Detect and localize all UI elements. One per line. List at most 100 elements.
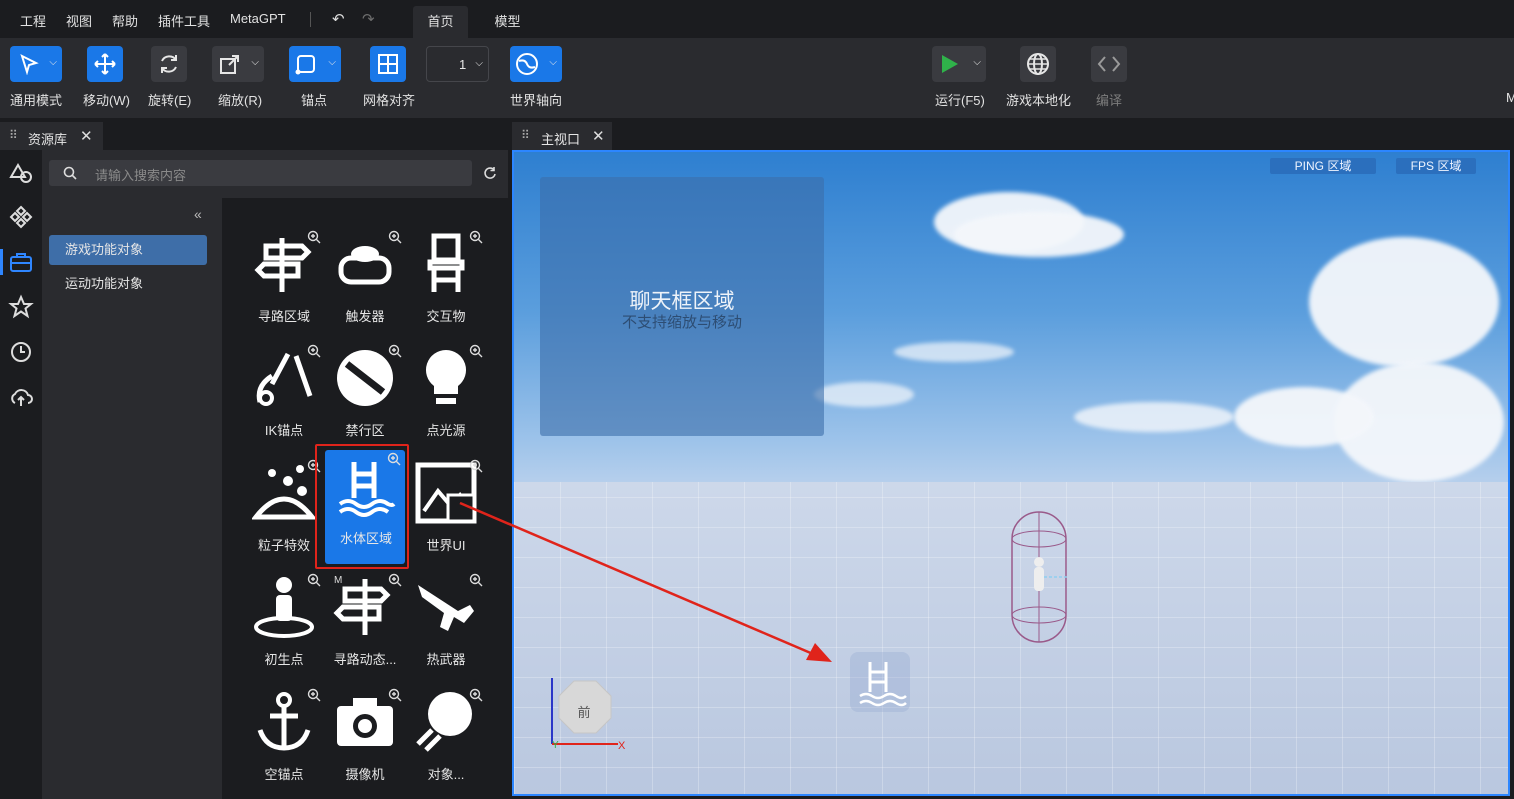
asset-empty-anchor[interactable]: 空锚点 (243, 686, 325, 794)
search-field[interactable]: 请输入搜索内容 (49, 160, 472, 186)
magnify-plus-icon[interactable] (469, 344, 483, 358)
scale-button[interactable]: ⌵ (212, 46, 264, 82)
asset-object[interactable]: 对象... (405, 686, 487, 794)
asset-library-tab[interactable]: ⠿ 资源库 ✕ (0, 122, 103, 150)
play-icon (942, 55, 958, 73)
chat-area[interactable]: 聊天框区域 不支持缩放与移动 (540, 177, 824, 436)
cloud-decoration (1234, 387, 1374, 447)
asset-label: 粒子特效 (257, 538, 310, 553)
magnify-plus-icon[interactable] (469, 230, 483, 244)
drag-handle-icon[interactable]: ⠿ (9, 128, 18, 142)
asset-label: 摄像机 (345, 767, 385, 782)
toolbar-overflow-text: M (1506, 90, 1514, 105)
world-axis-button[interactable]: ⌵ (510, 46, 562, 82)
ping-area[interactable]: PING 区域 (1270, 158, 1376, 174)
undo-icon[interactable]: ↶ (332, 10, 345, 28)
general-mode-label: 通用模式 (10, 93, 63, 108)
magnify-plus-icon[interactable] (469, 573, 483, 587)
rotate-button[interactable] (151, 46, 187, 82)
selection-highlight-box (315, 444, 409, 569)
rotate-icon (161, 55, 177, 73)
category-motion-objects[interactable]: 运动功能对象 (49, 269, 207, 299)
search-icon (63, 166, 77, 180)
asset-ik-anchor[interactable]: IK锚点 (243, 342, 325, 450)
select-mode-button[interactable]: ⌵ (10, 46, 62, 82)
menu-bar: 工程 视图 帮助 插件工具 MetaGPT ↶ ↷ 首页 模型 (0, 0, 1514, 38)
asset-label: 世界UI (426, 538, 466, 553)
localize-button[interactable] (1020, 46, 1056, 82)
run-button[interactable]: ⌵ (932, 46, 986, 82)
globe-icon (1027, 53, 1049, 75)
grid-size-dropdown[interactable]: 1 ⌵ (426, 46, 489, 82)
magnify-plus-icon[interactable] (307, 688, 321, 702)
search-input[interactable]: 请输入搜索内容 (95, 165, 186, 184)
magnify-plus-icon[interactable] (388, 573, 402, 587)
move-button[interactable] (87, 46, 123, 82)
compile-label: 编译 (1096, 93, 1123, 108)
clock-icon[interactable] (8, 339, 34, 365)
close-icon[interactable]: ✕ (80, 127, 93, 145)
water-area-object[interactable] (850, 652, 910, 712)
menu-view[interactable]: 视图 (66, 11, 92, 30)
toolbox-icon[interactable] (8, 249, 34, 275)
category-panel: « 游戏功能对象 运动功能对象 (42, 198, 218, 799)
magnify-plus-icon[interactable] (307, 344, 321, 358)
grid-icon (378, 54, 398, 74)
chevron-down-icon: ⌵ (549, 57, 557, 68)
tab-home[interactable]: 首页 (413, 6, 468, 38)
chevron-down-icon: ⌵ (475, 58, 483, 69)
fps-area[interactable]: FPS 区域 (1396, 158, 1476, 174)
redo-icon[interactable]: ↷ (362, 10, 375, 28)
asset-label: 禁行区 (345, 423, 385, 438)
magnify-plus-icon[interactable] (388, 230, 402, 244)
chat-area-subtitle: 不支持缩放与移动 (621, 314, 742, 331)
magnify-plus-icon[interactable] (469, 459, 483, 473)
close-icon[interactable]: ✕ (592, 127, 605, 145)
grid-align-label: 网格对齐 (363, 93, 416, 108)
asset-pathfinding-dynamic[interactable]: 寻路动态... (324, 571, 406, 679)
refresh-icon[interactable] (483, 166, 497, 180)
asset-trigger[interactable]: 触发器 (324, 228, 406, 336)
magnify-plus-icon[interactable] (307, 230, 321, 244)
menu-metagpt[interactable]: MetaGPT (230, 11, 286, 26)
grid-size-value: 1 (459, 57, 467, 72)
components-icon[interactable] (8, 204, 34, 230)
code-brackets-icon (1097, 56, 1121, 72)
world-axis-label: 世界轴向 (510, 93, 563, 108)
category-game-objects[interactable]: 游戏功能对象 (49, 235, 207, 265)
drag-handle-icon[interactable]: ⠿ (521, 128, 530, 142)
asset-particle-effect[interactable]: 粒子特效 (243, 457, 325, 565)
scale-label: 缩放(R) (218, 93, 263, 108)
asset-spawn-point[interactable]: 初生点 (243, 571, 325, 679)
menu-help[interactable]: 帮助 (112, 11, 138, 30)
compile-button[interactable] (1091, 46, 1127, 82)
asset-interactable[interactable]: 交互物 (405, 228, 487, 336)
asset-firearm[interactable]: 热武器 (405, 571, 487, 679)
star-icon[interactable] (8, 294, 34, 320)
anchor-button[interactable]: ⌵ (289, 46, 341, 82)
main-viewport[interactable]: PING 区域 FPS 区域 聊天框区域 不支持缩放与移动 前 Y X (512, 150, 1510, 796)
cloud-upload-icon[interactable] (8, 384, 34, 410)
menu-plugin-tools[interactable]: 插件工具 (158, 11, 210, 30)
asset-no-go-zone[interactable]: 禁行区 (324, 342, 406, 450)
magnify-plus-icon[interactable] (307, 573, 321, 587)
collapse-icon[interactable]: « (194, 206, 202, 222)
asset-world-ui[interactable]: 世界UI (405, 457, 487, 565)
asset-camera[interactable]: 摄像机 (324, 686, 406, 794)
chevron-down-icon: ⌵ (251, 57, 259, 68)
asset-label: 热武器 (426, 652, 466, 667)
localize-label: 游戏本地化 (1006, 93, 1072, 108)
shapes-icon[interactable] (8, 159, 34, 185)
magnify-plus-icon[interactable] (388, 688, 402, 702)
grid-align-button[interactable] (370, 46, 406, 82)
menu-divider (310, 12, 311, 27)
magnify-plus-icon[interactable] (388, 344, 402, 358)
character-capsule[interactable] (1010, 510, 1068, 644)
globe-axis-icon (516, 53, 538, 75)
asset-pathfinding-area[interactable]: 寻路区域 (243, 228, 325, 336)
magnify-plus-icon[interactable] (469, 688, 483, 702)
asset-point-light[interactable]: 点光源 (405, 342, 487, 450)
tab-model[interactable]: 模型 (480, 6, 535, 38)
main-viewport-tab[interactable]: ⠿ 主视口 ✕ (512, 122, 612, 150)
menu-project[interactable]: 工程 (20, 11, 46, 30)
